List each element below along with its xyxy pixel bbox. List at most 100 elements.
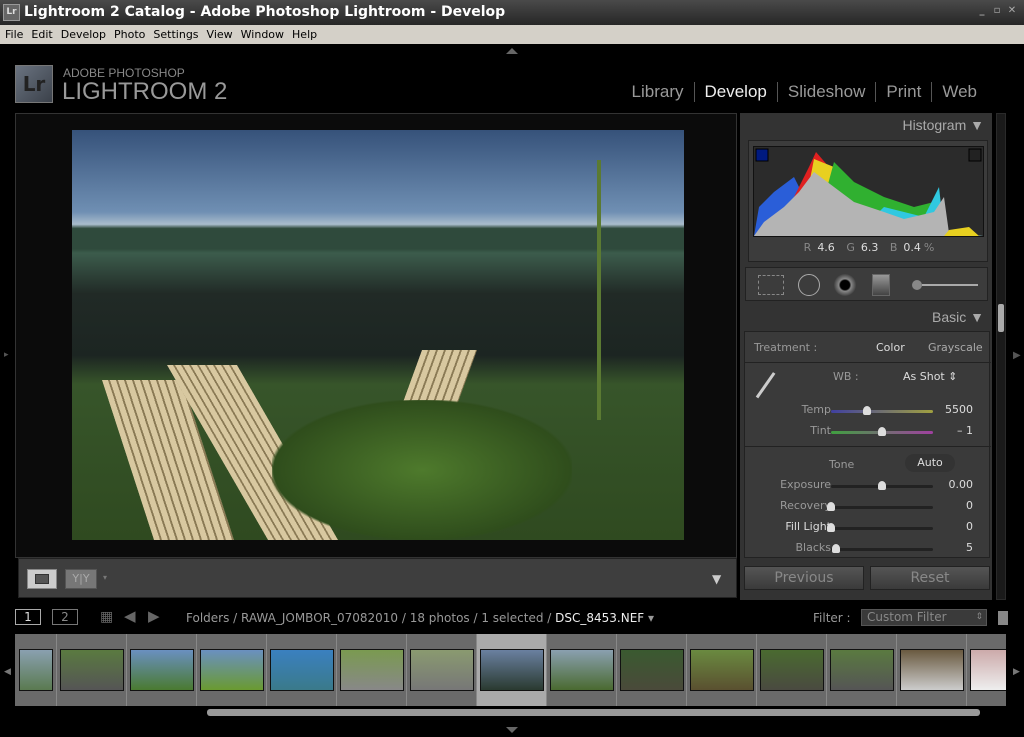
thumbnail[interactable]	[899, 649, 964, 691]
main-window-button[interactable]: 1	[15, 609, 41, 625]
filmstrip-left-icon[interactable]: ◀	[4, 667, 11, 677]
photo-preview[interactable]	[72, 130, 684, 540]
filter-select[interactable]: Custom Filter ⇕	[861, 609, 987, 626]
thumbnail[interactable]	[129, 649, 194, 691]
filmstrip-cell[interactable]	[57, 634, 127, 706]
bottom-panel-toggle-icon[interactable]	[506, 727, 518, 733]
graduated-filter-tool-icon[interactable]	[872, 274, 890, 296]
treatment-color[interactable]: Color	[876, 341, 905, 354]
slider-knob[interactable]	[827, 502, 835, 511]
toolbar-menu-icon[interactable]: ▼	[712, 572, 721, 586]
slider-knob[interactable]	[878, 427, 886, 436]
slider-knob[interactable]	[878, 481, 886, 490]
thumbnail[interactable]	[759, 649, 824, 691]
thumbnail[interactable]	[829, 649, 894, 691]
filmstrip-cell[interactable]	[197, 634, 267, 706]
thumbnail[interactable]	[969, 649, 1006, 691]
module-print[interactable]: Print	[875, 82, 931, 102]
close-icon[interactable]: ✕	[1006, 5, 1018, 17]
slider-knob[interactable]	[827, 523, 835, 532]
thumbnail[interactable]	[339, 649, 404, 691]
reset-button[interactable]: Reset	[870, 566, 990, 590]
filmstrip-cell[interactable]	[127, 634, 197, 706]
filmstrip-cell[interactable]	[407, 634, 477, 706]
module-library[interactable]: Library	[622, 82, 694, 102]
crop-tool-icon[interactable]	[758, 275, 784, 295]
minimize-icon[interactable]: _	[976, 5, 988, 17]
basic-header[interactable]: Basic ▼	[740, 309, 992, 325]
thumbnail[interactable]	[409, 649, 474, 691]
temp-slider[interactable]	[831, 406, 933, 415]
histogram-header[interactable]: Histogram ▼	[740, 117, 992, 133]
wb-select[interactable]: As Shot ⇕	[903, 370, 957, 383]
filmstrip-cell[interactable]	[897, 634, 967, 706]
module-web[interactable]: Web	[931, 82, 987, 102]
tint-slider[interactable]	[831, 427, 933, 436]
filter-lock-icon[interactable]	[998, 611, 1008, 625]
filmstrip-cell[interactable]	[337, 634, 407, 706]
tint-value[interactable]: – 1	[957, 424, 973, 437]
before-after-button[interactable]: Y|Y	[65, 569, 97, 589]
module-develop[interactable]: Develop	[693, 82, 777, 102]
thumbnail[interactable]	[199, 649, 264, 691]
module-slideshow[interactable]: Slideshow	[776, 82, 876, 102]
fill-light-value[interactable]: 0	[966, 520, 973, 533]
loupe-view-button[interactable]	[27, 569, 57, 589]
auto-tone-button[interactable]: Auto	[905, 454, 955, 472]
thumbnail[interactable]	[18, 649, 53, 691]
spot-removal-tool-icon[interactable]	[798, 274, 820, 296]
top-panel-toggle-icon[interactable]	[506, 48, 518, 54]
right-panel-scrollbar[interactable]	[996, 113, 1006, 600]
histogram-graph[interactable]	[753, 146, 984, 237]
maximize-icon[interactable]: ▫	[991, 5, 1003, 17]
slider-knob[interactable]	[862, 406, 871, 415]
menu-photo[interactable]: Photo	[114, 28, 145, 41]
menu-file[interactable]: File	[5, 28, 23, 41]
slider-knob[interactable]	[832, 544, 841, 553]
right-panel-toggle-icon[interactable]: ▶	[1013, 350, 1021, 361]
adjustment-brush-tool-icon[interactable]	[908, 276, 978, 294]
menu-settings[interactable]: Settings	[153, 28, 198, 41]
filmstrip-cell[interactable]	[547, 634, 617, 706]
thumbnail[interactable]	[689, 649, 754, 691]
filmstrip-cell[interactable]	[757, 634, 827, 706]
recovery-value[interactable]: 0	[966, 499, 973, 512]
treatment-grayscale[interactable]: Grayscale	[928, 341, 983, 354]
fill-light-slider[interactable]	[827, 523, 933, 532]
menu-help[interactable]: Help	[292, 28, 317, 41]
blacks-slider[interactable]	[831, 544, 933, 553]
before-after-dropdown-icon[interactable]: ▾	[103, 573, 107, 582]
back-arrow-icon[interactable]: ◀	[124, 607, 136, 625]
filmstrip-scrollbar[interactable]	[207, 709, 980, 716]
breadcrumb[interactable]: Folders / RAWA_JOMBOR_07082010 / 18 phot…	[186, 611, 654, 625]
temp-value[interactable]: 5500	[945, 403, 973, 416]
thumbnail[interactable]	[269, 649, 334, 691]
filmstrip-cell[interactable]	[15, 634, 57, 706]
previous-button[interactable]: Previous	[744, 566, 864, 590]
filmstrip-cell[interactable]	[267, 634, 337, 706]
thumbnail[interactable]	[619, 649, 684, 691]
recovery-slider[interactable]	[827, 502, 933, 511]
blacks-value[interactable]: 5	[966, 541, 973, 554]
exposure-value[interactable]: 0.00	[949, 478, 974, 491]
filmstrip-cell[interactable]	[617, 634, 687, 706]
red-eye-tool-icon[interactable]	[834, 274, 856, 296]
scrollbar-thumb[interactable]	[998, 304, 1004, 332]
filmstrip-cell[interactable]	[477, 634, 547, 706]
filmstrip-right-icon[interactable]: ▶	[1013, 667, 1020, 677]
menu-edit[interactable]: Edit	[31, 28, 52, 41]
second-window-button[interactable]: 2	[52, 609, 78, 625]
filmstrip-cell[interactable]	[967, 634, 1006, 706]
white-balance-eyedropper-icon[interactable]	[755, 372, 776, 399]
thumbnail[interactable]	[549, 649, 614, 691]
thumbnail[interactable]	[59, 649, 124, 691]
menu-window[interactable]: Window	[241, 28, 284, 41]
filmstrip-cell[interactable]	[827, 634, 897, 706]
thumbnail[interactable]	[479, 649, 544, 691]
menu-develop[interactable]: Develop	[61, 28, 106, 41]
left-panel-toggle-icon[interactable]: ▸	[4, 350, 9, 360]
filmstrip-cell[interactable]	[687, 634, 757, 706]
grid-icon[interactable]: ▦	[100, 609, 113, 625]
menu-view[interactable]: View	[207, 28, 233, 41]
exposure-slider[interactable]	[831, 481, 933, 490]
